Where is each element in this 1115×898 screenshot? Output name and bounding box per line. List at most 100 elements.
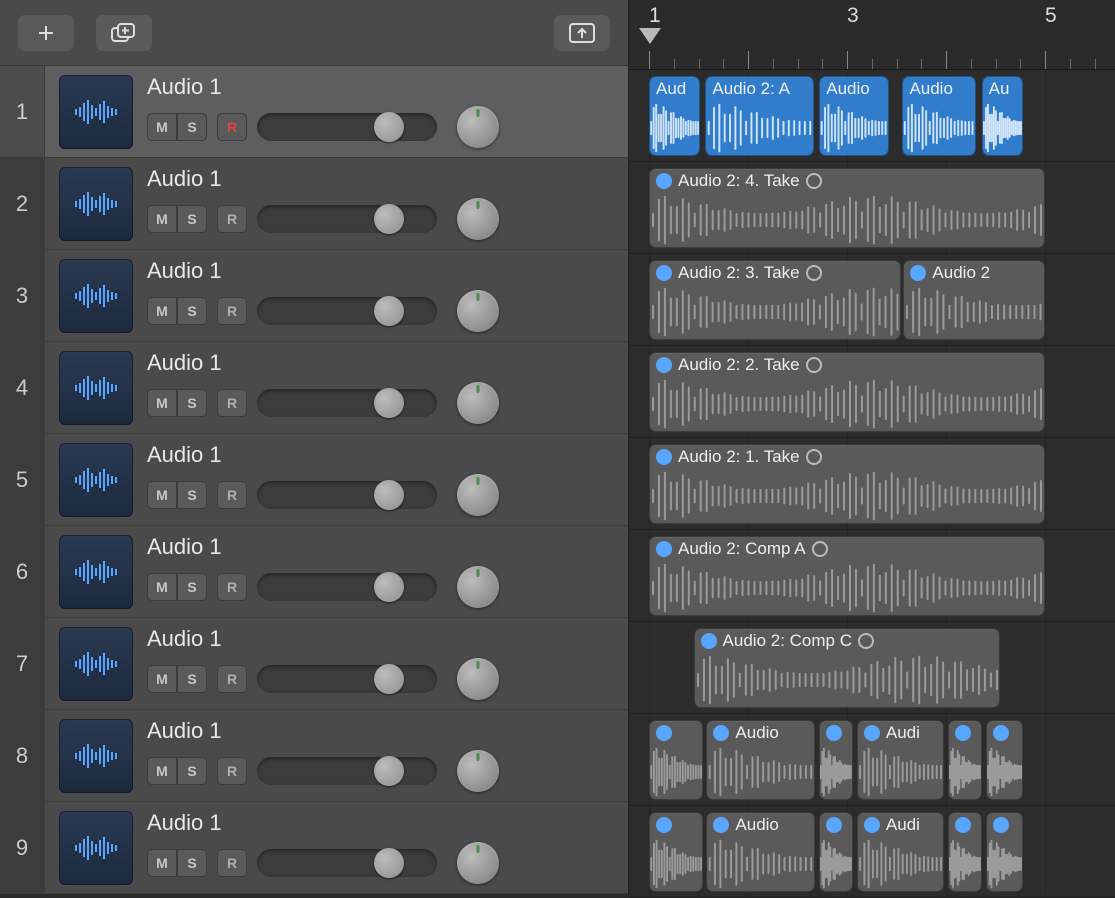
audio-region[interactable]: Aud (649, 76, 700, 156)
audio-region[interactable] (649, 720, 703, 800)
track-row[interactable]: 9 Audio 1 M S R (0, 802, 628, 894)
mute-button[interactable]: M (147, 389, 177, 417)
arrange-lane[interactable]: Audio Audi (629, 714, 1115, 806)
track-icon[interactable] (59, 259, 133, 333)
record-enable-button[interactable]: R (217, 849, 247, 877)
duplicate-track-button[interactable] (96, 15, 152, 51)
solo-button[interactable]: S (177, 205, 207, 233)
volume-thumb[interactable] (374, 204, 404, 234)
volume-slider[interactable] (257, 205, 437, 233)
track-number[interactable]: 2 (0, 158, 45, 249)
audio-region[interactable] (948, 812, 982, 892)
audio-region[interactable]: Audi (857, 812, 944, 892)
pan-knob[interactable] (457, 198, 499, 240)
audio-region[interactable] (948, 720, 982, 800)
record-enable-button[interactable]: R (217, 113, 247, 141)
solo-button[interactable]: S (177, 113, 207, 141)
audio-region[interactable]: Audio 2: Comp A (649, 536, 1045, 616)
volume-thumb[interactable] (374, 388, 404, 418)
track-number[interactable]: 5 (0, 434, 45, 525)
track-icon[interactable] (59, 811, 133, 885)
mute-button[interactable]: M (147, 205, 177, 233)
pan-knob[interactable] (457, 750, 499, 792)
volume-thumb[interactable] (374, 756, 404, 786)
volume-slider[interactable] (257, 665, 437, 693)
add-track-button[interactable] (18, 15, 74, 51)
audio-region[interactable]: Audio 2: Comp C (694, 628, 1001, 708)
volume-slider[interactable] (257, 297, 437, 325)
track-name[interactable]: Audio 1 (147, 718, 614, 744)
arrange-lane[interactable]: Audio 2: 3. Take Audio 2 (629, 254, 1115, 346)
track-row[interactable]: 8 Audio 1 M S R (0, 710, 628, 802)
mute-button[interactable]: M (147, 665, 177, 693)
track-number[interactable]: 7 (0, 618, 45, 709)
track-row[interactable]: 5 Audio 1 M S R (0, 434, 628, 526)
pan-knob[interactable] (457, 566, 499, 608)
mute-button[interactable]: M (147, 113, 177, 141)
audio-region[interactable]: Audio (819, 76, 888, 156)
track-row[interactable]: 2 Audio 1 M S R (0, 158, 628, 250)
track-icon[interactable] (59, 719, 133, 793)
track-number[interactable]: 1 (0, 66, 45, 157)
track-name[interactable]: Audio 1 (147, 442, 614, 468)
volume-thumb[interactable] (374, 848, 404, 878)
track-icon[interactable] (59, 167, 133, 241)
mute-button[interactable]: M (147, 849, 177, 877)
global-changes-button[interactable] (554, 15, 610, 51)
pan-knob[interactable] (457, 842, 499, 884)
volume-thumb[interactable] (374, 296, 404, 326)
track-name[interactable]: Audio 1 (147, 810, 614, 836)
track-name[interactable]: Audio 1 (147, 534, 614, 560)
record-enable-button[interactable]: R (217, 205, 247, 233)
audio-region[interactable]: Audio (706, 720, 815, 800)
audio-region[interactable]: Audio 2: 2. Take (649, 352, 1045, 432)
audio-region[interactable] (819, 812, 853, 892)
volume-thumb[interactable] (374, 480, 404, 510)
track-name[interactable]: Audio 1 (147, 166, 614, 192)
track-row[interactable]: 4 Audio 1 M S R (0, 342, 628, 434)
volume-slider[interactable] (257, 389, 437, 417)
arrange-lane[interactable]: Audio 2: Comp A (629, 530, 1115, 622)
track-name[interactable]: Audio 1 (147, 626, 614, 652)
track-icon[interactable] (59, 75, 133, 149)
audio-region[interactable]: Audio 2: 4. Take (649, 168, 1045, 248)
solo-button[interactable]: S (177, 757, 207, 785)
volume-thumb[interactable] (374, 112, 404, 142)
pan-knob[interactable] (457, 382, 499, 424)
track-name[interactable]: Audio 1 (147, 258, 614, 284)
track-number[interactable]: 4 (0, 342, 45, 433)
mute-button[interactable]: M (147, 757, 177, 785)
record-enable-button[interactable]: R (217, 389, 247, 417)
mute-button[interactable]: M (147, 481, 177, 509)
audio-region[interactable]: Audio 2: 1. Take (649, 444, 1045, 524)
arrange-lane[interactable]: Audio 2: 4. Take (629, 162, 1115, 254)
record-enable-button[interactable]: R (217, 297, 247, 325)
record-enable-button[interactable]: R (217, 573, 247, 601)
solo-button[interactable]: S (177, 481, 207, 509)
audio-region[interactable]: Audi (857, 720, 944, 800)
arrange-lane[interactable]: Audio Audi (629, 806, 1115, 898)
track-row[interactable]: 1 Audio 1 M S R (0, 66, 628, 158)
arrange-lane[interactable]: Audio 2: 2. Take (629, 346, 1115, 438)
arrange-lane[interactable]: Audio 2: Comp C (629, 622, 1115, 714)
pan-knob[interactable] (457, 474, 499, 516)
volume-slider[interactable] (257, 481, 437, 509)
audio-region[interactable]: Audio 2 (903, 260, 1045, 340)
track-icon[interactable] (59, 443, 133, 517)
track-number[interactable]: 9 (0, 802, 45, 893)
track-row[interactable]: 7 Audio 1 M S R (0, 618, 628, 710)
track-number[interactable]: 6 (0, 526, 45, 617)
audio-region[interactable]: Au (982, 76, 1024, 156)
solo-button[interactable]: S (177, 297, 207, 325)
volume-thumb[interactable] (374, 572, 404, 602)
audio-region[interactable]: Audio (902, 76, 975, 156)
pan-knob[interactable] (457, 658, 499, 700)
arrange-lane[interactable]: Audio 2: 1. Take (629, 438, 1115, 530)
mute-button[interactable]: M (147, 573, 177, 601)
audio-region[interactable]: Audio (706, 812, 815, 892)
volume-slider[interactable] (257, 757, 437, 785)
audio-region[interactable] (819, 720, 853, 800)
track-icon[interactable] (59, 351, 133, 425)
track-icon[interactable] (59, 627, 133, 701)
arrange-lane[interactable]: Aud Audio 2: A Audio Audio (629, 70, 1115, 162)
